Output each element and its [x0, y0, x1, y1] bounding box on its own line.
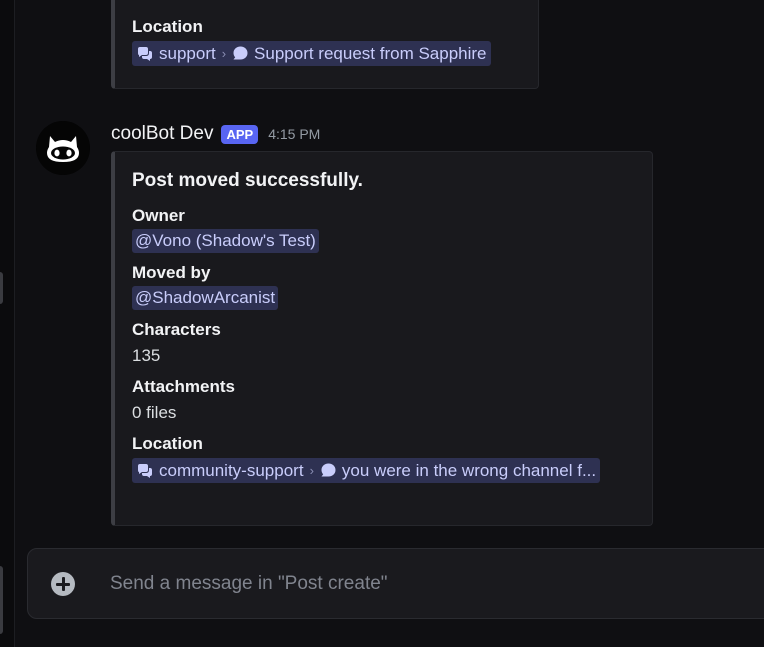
chevron-right-icon: › — [221, 46, 227, 61]
moved-by-field: Moved by @ShadowArcanist — [132, 262, 642, 310]
thread-bubble-icon — [233, 46, 248, 60]
moved-by-mention[interactable]: @ShadowArcanist — [132, 286, 279, 310]
attachments-field: Attachments 0 files — [132, 376, 642, 424]
field-name: Moved by — [132, 263, 211, 282]
add-circle-icon[interactable] — [51, 572, 75, 596]
channel-name: community-support — [159, 460, 304, 480]
app-badge: APP — [221, 124, 259, 144]
characters-field: Characters 135 — [132, 319, 642, 367]
message-composer — [27, 548, 764, 619]
forum-channel-icon — [138, 46, 152, 61]
message-embed: Post moved successfully. Owner @Vono (Sh… — [111, 151, 653, 526]
rail-indicator — [0, 272, 3, 304]
characters-value: 135 — [132, 346, 161, 365]
previous-embed: Location support › Support request from … — [111, 0, 539, 89]
message-input[interactable] — [110, 569, 750, 599]
thread-bubble-icon — [321, 463, 336, 477]
forum-channel-icon — [138, 463, 152, 478]
avatar[interactable] — [36, 121, 90, 175]
github-octocat-avatar-icon — [36, 121, 90, 175]
owner-field: Owner @Vono (Shadow's Test) — [132, 205, 642, 253]
left-rail — [0, 0, 15, 647]
chat-window: Location support › Support request from … — [0, 0, 764, 647]
field-name: Characters — [132, 320, 221, 339]
field-name: Location — [132, 434, 203, 453]
username[interactable]: coolBot Dev — [111, 123, 213, 145]
message-header: coolBot Dev APP 4:15 PM — [111, 123, 320, 145]
field-name: Attachments — [132, 377, 235, 396]
chevron-right-icon: › — [309, 463, 314, 478]
rail-indicator — [0, 566, 3, 634]
thread-name: Support request from Sapphire — [254, 43, 487, 63]
owner-mention[interactable]: @Vono (Shadow's Test) — [132, 229, 319, 253]
previous-location-field: Location support › Support request from … — [132, 16, 491, 67]
location-chip[interactable]: support › Support request from Sapphire — [132, 41, 491, 66]
timestamp[interactable]: 4:15 PM — [268, 126, 320, 142]
field-name: Location — [132, 17, 203, 36]
field-name: Owner — [132, 206, 185, 225]
location-field: Location community-support › you were in… — [132, 433, 642, 484]
thread-name: you were in the wrong channel f... — [341, 460, 597, 480]
attachments-value: 0 files — [132, 403, 177, 422]
embed-title: Post moved successfully. — [132, 170, 363, 191]
location-chip[interactable]: community-support › you were in the wron… — [132, 458, 601, 483]
channel-name: support — [159, 43, 216, 63]
